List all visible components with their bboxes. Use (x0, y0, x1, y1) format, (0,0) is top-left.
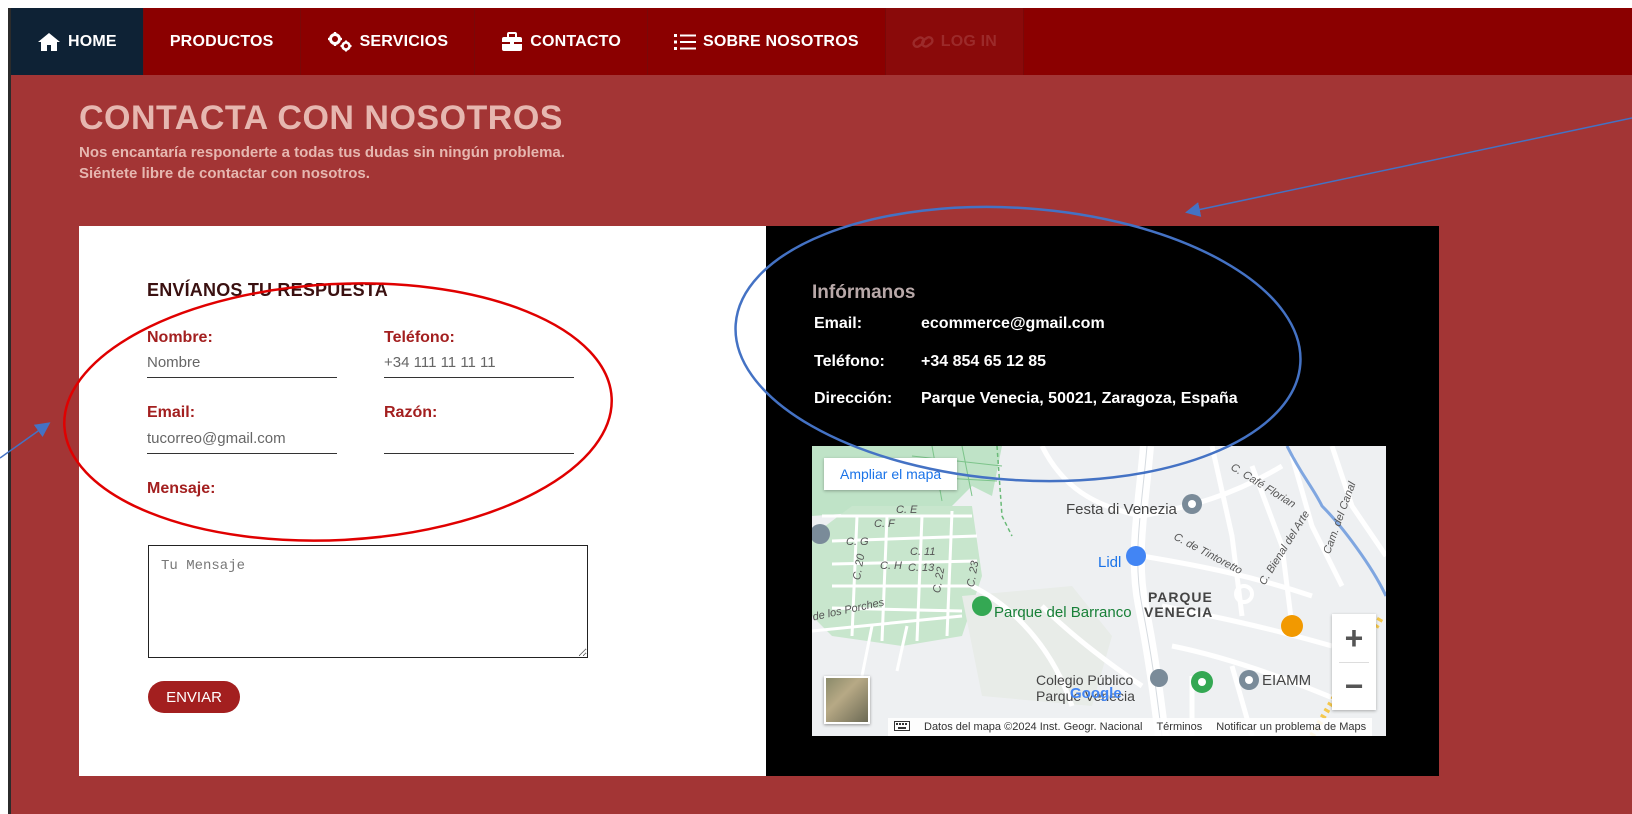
map-label-parque-venecia-1: PARQUE (1148, 589, 1213, 605)
info-email-row: Email: ecommerce@gmail.com (814, 315, 1105, 333)
message-textarea[interactable] (148, 545, 588, 658)
name-input[interactable] (147, 350, 337, 378)
form-title: ENVÍANOS TU RESPUESTA (147, 280, 388, 300)
list-icon (674, 33, 696, 51)
subtitle-line-1: Nos encantaría responderte a todas tus d… (79, 144, 565, 161)
phone-label: Teléfono: (384, 329, 455, 346)
map-label-lidl: Lidl (1098, 554, 1122, 571)
nav-login-label: LOG IN (940, 32, 998, 50)
main-navbar: HOME PRODUCTOS SERVICIOS CONTACTO SOBRE … (11, 8, 1632, 75)
map-label-cf: C. F (874, 518, 895, 530)
map-label-c11: C. 11 (910, 546, 936, 558)
nav-sobre-nosotros-label: SOBRE NOSOTROS (703, 32, 859, 50)
contact-page: HOME PRODUCTOS SERVICIOS CONTACTO SOBRE … (11, 8, 1632, 814)
link-icon (912, 33, 934, 51)
briefcase-icon (501, 31, 523, 52)
info-email-key: Email: (814, 315, 863, 332)
map-label-festa: Festa di Venezia (1066, 501, 1177, 518)
subtitle-line-2: Siéntete libre de contactar con nosotros… (79, 165, 370, 182)
nav-item-sobre-nosotros[interactable]: SOBRE NOSOTROS (648, 8, 886, 75)
map-label-ch: C. H (880, 560, 902, 572)
reason-input[interactable] (384, 426, 574, 454)
contact-form: ENVÍANOS TU RESPUESTA Nombre: Teléfono: … (79, 226, 766, 776)
email-input[interactable] (147, 426, 337, 454)
map-label-barranco: Parque del Barranco (994, 604, 1132, 621)
map-label-ce: C. E (896, 504, 918, 516)
gears-icon (327, 31, 353, 52)
map-label-c13: C. 13 (908, 562, 935, 574)
map-data-credit: Datos del mapa ©2024 Inst. Geogr. Nacion… (924, 721, 1143, 733)
nav-home-label: HOME (68, 32, 117, 50)
zoom-control: + − (1332, 614, 1376, 710)
message-label: Mensaje: (147, 480, 216, 497)
screenshot-frame: HOME PRODUCTOS SERVICIOS CONTACTO SOBRE … (0, 0, 1632, 814)
page-subtitle: Nos encantaría responderte a todas tus d… (79, 142, 565, 184)
info-phone-value: +34 854 65 12 85 (921, 353, 1047, 370)
page-title: CONTACTA CON NOSOTROS (79, 99, 563, 137)
send-button[interactable]: ENVIAR (148, 681, 240, 713)
satellite-thumbnail[interactable] (824, 676, 870, 724)
name-label: Nombre: (147, 329, 213, 346)
enlarge-map-button[interactable]: Ampliar el mapa (824, 458, 958, 490)
zoom-in-button[interactable]: + (1332, 614, 1376, 662)
nav-item-productos[interactable]: PRODUCTOS (144, 8, 301, 75)
info-title: Infórmanos (812, 282, 916, 303)
google-logo: Google (1070, 685, 1122, 702)
info-email-value: ecommerce@gmail.com (921, 315, 1105, 332)
map-label-cg: C. G (846, 536, 869, 548)
reason-label: Razón: (384, 404, 438, 421)
nav-contacto-label: CONTACTO (530, 32, 621, 50)
map-footer: Datos del mapa ©2024 Inst. Geogr. Nacion… (888, 718, 1373, 736)
nav-item-servicios[interactable]: SERVICIOS (301, 8, 476, 75)
nav-item-login[interactable]: LOG IN (885, 8, 1025, 75)
map-label-eiamm: EIAMM (1262, 672, 1312, 689)
nav-productos-label: PRODUCTOS (169, 32, 274, 50)
info-address-row: Dirección: Parque Venecia, 50021, Zarago… (814, 390, 1238, 408)
google-map[interactable]: Festa di Venezia Lidl PARQUE VENECIA Par… (812, 446, 1386, 736)
info-phone-key: Teléfono: (814, 353, 885, 370)
home-icon (37, 32, 61, 52)
nav-item-home[interactable]: HOME (11, 8, 144, 75)
map-label-parque-venecia-2: VENECIA (1144, 604, 1214, 620)
map-report-link[interactable]: Notificar un problema de Maps (1216, 721, 1366, 733)
info-address-value: Parque Venecia, 50021, Zaragoza, España (921, 390, 1238, 407)
zoom-out-button[interactable]: − (1332, 662, 1376, 710)
info-address-key: Dirección: (814, 390, 893, 407)
phone-input[interactable] (384, 350, 574, 378)
contact-card: ENVÍANOS TU RESPUESTA Nombre: Teléfono: … (79, 226, 1439, 776)
nav-item-contacto[interactable]: CONTACTO (475, 8, 648, 75)
nav-servicios-label: SERVICIOS (359, 32, 449, 50)
info-phone-row: Teléfono: +34 854 65 12 85 (814, 353, 1046, 371)
email-label: Email: (147, 404, 196, 421)
map-terms-link[interactable]: Términos (1156, 721, 1202, 733)
info-panel: Infórmanos Email: ecommerce@gmail.com Te… (766, 226, 1439, 776)
keyboard-icon[interactable] (894, 720, 910, 734)
